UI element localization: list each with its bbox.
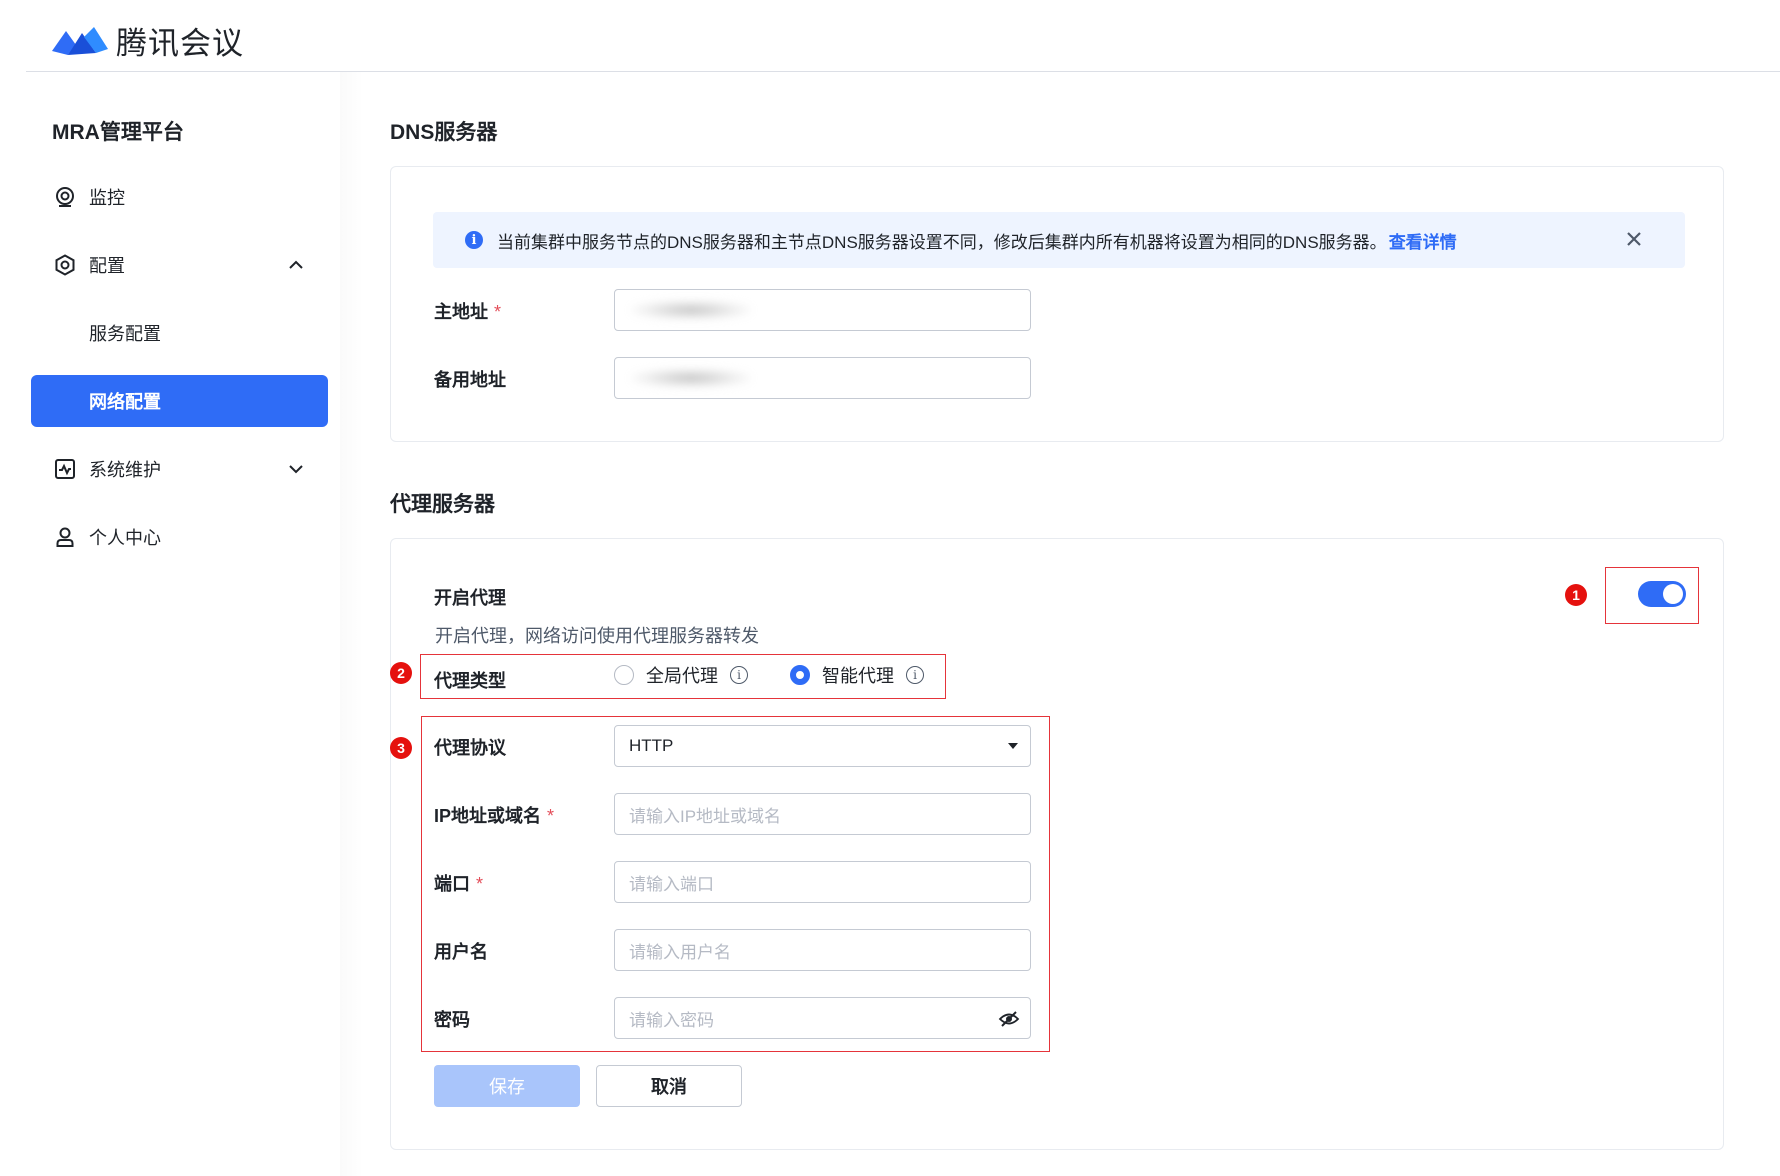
annotation-badge-2: 2 bbox=[390, 662, 412, 684]
sidebar bbox=[0, 72, 348, 1176]
user-icon bbox=[53, 525, 77, 549]
sidebar-item-network-config[interactable]: 网络配置 bbox=[31, 375, 328, 427]
port-label-text: 端口 bbox=[434, 874, 470, 894]
annotation-badge-1: 1 bbox=[1565, 584, 1587, 606]
port-placeholder: 请输入端口 bbox=[629, 874, 714, 894]
alert-detail-link[interactable]: 查看详情 bbox=[1389, 228, 1457, 253]
info-circle-icon[interactable]: i bbox=[730, 666, 748, 684]
chevron-up-icon[interactable] bbox=[284, 253, 308, 277]
radio-global-proxy[interactable]: 全局代理 i bbox=[614, 662, 748, 688]
backup-address-label: 备用地址 bbox=[434, 370, 506, 390]
host-label: IP地址或域名 * bbox=[434, 802, 554, 828]
sidebar-item-config[interactable]: 配置 bbox=[31, 239, 328, 291]
save-button[interactable]: 保存 bbox=[434, 1065, 580, 1107]
caret-down-icon bbox=[1008, 743, 1018, 749]
chevron-down-icon[interactable] bbox=[284, 457, 308, 481]
monitor-icon bbox=[53, 185, 77, 209]
sidebar-item-system-maintenance[interactable]: 系统维护 bbox=[31, 443, 328, 495]
sidebar-item-label: 网络配置 bbox=[89, 392, 161, 412]
sidebar-item-label: 个人中心 bbox=[89, 528, 161, 548]
proxy-type-label: 代理类型 bbox=[434, 671, 506, 691]
radio-label: 智能代理 bbox=[822, 666, 894, 686]
annotation-box-1 bbox=[1605, 567, 1699, 624]
host-placeholder: 请输入IP地址或域名 bbox=[629, 806, 782, 826]
proxy-protocol-label: 代理协议 bbox=[434, 738, 506, 758]
dns-section-title: DNS服务器 bbox=[390, 121, 498, 144]
top-bar: 腾讯会议 bbox=[0, 0, 1780, 72]
proxy-protocol-select[interactable]: HTTP bbox=[614, 725, 1031, 767]
port-input[interactable]: 请输入端口 bbox=[614, 861, 1031, 903]
required-mark: * bbox=[476, 874, 484, 894]
backup-address-input[interactable] bbox=[614, 357, 1031, 399]
required-mark: * bbox=[494, 302, 502, 322]
primary-address-label-text: 主地址 bbox=[434, 302, 488, 322]
required-mark: * bbox=[547, 806, 555, 826]
blurred-value bbox=[631, 368, 751, 388]
primary-address-label: 主地址 * bbox=[434, 298, 501, 324]
sidebar-item-label: 配置 bbox=[89, 256, 125, 276]
cancel-button[interactable]: 取消 bbox=[596, 1065, 742, 1107]
radio-circle-selected[interactable] bbox=[790, 665, 810, 685]
alert-message: 当前集群中服务节点的DNS服务器和主节点DNS服务器设置不同，修改后集群内所有机… bbox=[497, 232, 1387, 252]
primary-address-input[interactable] bbox=[614, 289, 1031, 331]
system-maintenance-icon bbox=[53, 457, 77, 481]
port-label: 端口 * bbox=[434, 870, 483, 896]
info-circle-icon[interactable]: i bbox=[906, 666, 924, 684]
sidebar-item-label: 系统维护 bbox=[89, 460, 161, 480]
radio-label: 全局代理 bbox=[646, 666, 718, 686]
radio-circle[interactable] bbox=[614, 665, 634, 685]
sidebar-item-service-config[interactable]: 服务配置 bbox=[31, 307, 328, 359]
sidebar-shadow bbox=[340, 72, 364, 1176]
host-input[interactable]: 请输入IP地址或域名 bbox=[614, 793, 1031, 835]
info-icon: i bbox=[465, 231, 483, 249]
platform-title: MRA管理平台 bbox=[52, 121, 184, 144]
password-input[interactable]: 请输入密码 bbox=[614, 997, 1031, 1039]
settings-icon bbox=[53, 253, 77, 277]
sidebar-item-personal-center[interactable]: 个人中心 bbox=[31, 511, 328, 563]
annotation-badge-3: 3 bbox=[390, 737, 412, 759]
app-title: 腾讯会议 bbox=[116, 26, 244, 61]
select-value: HTTP bbox=[629, 736, 674, 755]
blurred-value bbox=[631, 300, 751, 320]
dns-alert: i 当前集群中服务节点的DNS服务器和主节点DNS服务器设置不同，修改后集群内所… bbox=[433, 212, 1685, 268]
proxy-section-title: 代理服务器 bbox=[390, 493, 495, 516]
sidebar-item-label: 服务配置 bbox=[89, 324, 161, 344]
username-label: 用户名 bbox=[434, 942, 488, 962]
sidebar-item-monitor[interactable]: 监控 bbox=[31, 171, 328, 223]
enable-proxy-description: 开启代理，网络访问使用代理服务器转发 bbox=[435, 626, 759, 646]
radio-smart-proxy[interactable]: 智能代理 i bbox=[790, 662, 924, 688]
sidebar-item-label: 监控 bbox=[89, 188, 125, 208]
eye-slash-icon[interactable] bbox=[998, 1008, 1020, 1030]
tencent-meeting-logo-icon bbox=[52, 26, 108, 55]
host-label-text: IP地址或域名 bbox=[434, 806, 542, 826]
username-placeholder: 请输入用户名 bbox=[629, 942, 731, 962]
enable-proxy-label: 开启代理 bbox=[434, 588, 506, 608]
username-input[interactable]: 请输入用户名 bbox=[614, 929, 1031, 971]
dns-card bbox=[390, 166, 1724, 442]
password-placeholder: 请输入密码 bbox=[629, 1010, 714, 1030]
app-logo: 腾讯会议 bbox=[50, 18, 244, 63]
password-label: 密码 bbox=[434, 1010, 470, 1030]
close-icon[interactable] bbox=[1623, 228, 1645, 250]
